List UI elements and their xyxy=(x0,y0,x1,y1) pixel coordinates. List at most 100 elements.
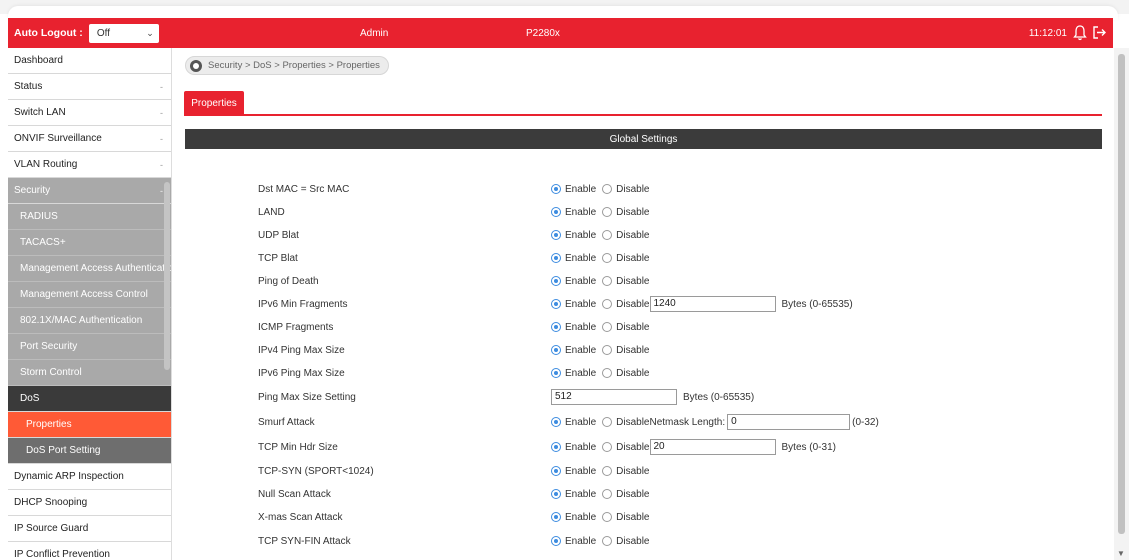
collapse-toggle[interactable]: - xyxy=(160,186,163,196)
logout-icon[interactable] xyxy=(1092,25,1107,40)
sidebar-item-security[interactable]: Security - xyxy=(8,178,171,204)
sidebar-item-tacacs[interactable]: TACACS+ xyxy=(8,230,171,256)
sidebar-item-ip-source-guard[interactable]: IP Source Guard xyxy=(8,516,171,542)
disable-radio[interactable] xyxy=(602,299,613,309)
enable-option-label: Enable xyxy=(565,344,597,356)
disable-option-label: Disable xyxy=(616,206,650,218)
tab-properties[interactable]: Properties xyxy=(184,91,244,115)
sidebar-item-management-access-control[interactable]: Management Access Control xyxy=(8,282,171,308)
setting-range-hint: Bytes (0-31) xyxy=(781,441,836,453)
sidebar-item-dos-port-setting[interactable]: DoS Port Setting xyxy=(8,438,171,464)
disable-radio[interactable] xyxy=(602,230,613,240)
sidebar-item-label: Status xyxy=(14,81,43,92)
top-strip xyxy=(0,0,1129,20)
disable-option-label: Disable xyxy=(616,488,650,500)
setting-value-input[interactable]: 1240 xyxy=(649,296,776,312)
enable-radio[interactable] xyxy=(551,253,561,263)
setting-control: Enable Disable xyxy=(551,184,656,195)
enable-radio[interactable] xyxy=(551,299,561,309)
disable-radio[interactable] xyxy=(602,253,613,263)
enable-option-label: Enable xyxy=(565,511,597,523)
collapse-toggle[interactable]: - xyxy=(160,134,163,144)
sidebar-item-vlan-routing[interactable]: VLAN Routing - xyxy=(8,152,171,178)
disable-radio[interactable] xyxy=(602,345,613,355)
enable-radio[interactable] xyxy=(551,417,561,427)
disable-radio[interactable] xyxy=(602,207,613,217)
disable-option-label: Disable xyxy=(616,367,650,379)
sidebar-item-8021x-mac-authentication[interactable]: 802.1X/MAC Authentication xyxy=(8,308,171,334)
disable-radio[interactable] xyxy=(602,417,613,427)
setting-value-input[interactable]: 20 xyxy=(649,439,776,455)
sidebar-item-label: IP Source Guard xyxy=(14,523,89,534)
setting-range-hint: Bytes (0-65535) xyxy=(781,298,853,310)
sidebar-item-switch-lan[interactable]: Switch LAN - xyxy=(8,100,171,126)
sidebar-item-port-security[interactable]: Port Security xyxy=(8,334,171,360)
disable-radio[interactable] xyxy=(602,442,613,452)
enable-radio[interactable] xyxy=(551,207,561,217)
setting-value-input[interactable]: 512 xyxy=(551,389,677,405)
setting-label: IPv6 Ping Max Size xyxy=(258,367,345,379)
sidebar-item-label: TACACS+ xyxy=(20,237,66,248)
enable-radio[interactable] xyxy=(551,442,561,452)
tab-underline xyxy=(184,114,1102,116)
disable-radio[interactable] xyxy=(602,276,613,286)
disable-option-label: Disable xyxy=(616,511,650,523)
enable-option-label: Enable xyxy=(565,252,597,264)
disable-radio[interactable] xyxy=(602,466,613,476)
page-scrollbar-thumb[interactable] xyxy=(1118,54,1125,534)
enable-radio[interactable] xyxy=(551,230,561,240)
enable-radio[interactable] xyxy=(551,512,561,522)
sidebar-item-properties[interactable]: Properties xyxy=(8,412,171,438)
disable-radio[interactable] xyxy=(602,512,613,522)
sidebar-item-radius[interactable]: RADIUS xyxy=(8,204,171,230)
enable-radio[interactable] xyxy=(551,489,561,499)
sidebar-item-label: DHCP Snooping xyxy=(14,497,88,508)
setting-label: Ping Max Size Setting xyxy=(258,391,356,403)
disable-radio[interactable] xyxy=(602,489,613,499)
enable-radio[interactable] xyxy=(551,466,561,476)
home-icon[interactable] xyxy=(190,59,202,72)
enable-option-label: Enable xyxy=(565,488,597,500)
setting-value-input[interactable]: 0 xyxy=(727,414,851,430)
disable-option-label: Disable xyxy=(616,275,650,287)
enable-radio[interactable] xyxy=(551,276,561,286)
sidebar-item-storm-control[interactable]: Storm Control xyxy=(8,360,171,386)
enable-option-label: Enable xyxy=(565,416,597,428)
enable-radio[interactable] xyxy=(551,345,561,355)
setting-control: Enable Disable xyxy=(551,230,656,241)
bell-icon[interactable] xyxy=(1073,25,1087,41)
sidebar-item-management-access-authentication[interactable]: Management Access Authentication xyxy=(8,256,171,282)
disable-radio[interactable] xyxy=(602,536,613,546)
disable-radio[interactable] xyxy=(602,368,613,378)
sidebar-item-ip-conflict-prevention[interactable]: IP Conflict Prevention xyxy=(8,542,171,560)
sidebar-item-label: Dashboard xyxy=(14,55,63,66)
page-scrollbar[interactable]: ▼ xyxy=(1114,48,1129,560)
breadcrumb: Security > DoS > Properties > Properties xyxy=(185,56,389,75)
setting-control: Enable Disable xyxy=(551,345,656,356)
enable-option-label: Enable xyxy=(565,206,597,218)
enable-radio[interactable] xyxy=(551,536,561,546)
collapse-toggle[interactable]: - xyxy=(160,160,163,170)
setting-label: LAND xyxy=(258,206,285,218)
enable-radio[interactable] xyxy=(551,184,561,194)
enable-radio[interactable] xyxy=(551,368,561,378)
setting-control: Enable Disable xyxy=(551,368,656,379)
sidebar-scrollbar[interactable] xyxy=(164,182,170,370)
collapse-toggle[interactable]: - xyxy=(160,82,163,92)
device-model: P2280x xyxy=(526,27,560,39)
auto-logout-select[interactable]: Off ⌄ xyxy=(88,23,159,43)
scroll-down-arrow-icon[interactable]: ▼ xyxy=(1117,549,1125,558)
setting-control: Enable Disable 20 Bytes (0-31) xyxy=(551,439,836,455)
sidebar-item-onvif-surveillance[interactable]: ONVIF Surveillance - xyxy=(8,126,171,152)
enable-radio[interactable] xyxy=(551,322,561,332)
sidebar-item-dashboard[interactable]: Dashboard xyxy=(8,48,171,74)
sidebar-item-dos[interactable]: DoS xyxy=(8,386,171,412)
sidebar-item-label: Storm Control xyxy=(20,367,82,378)
disable-radio[interactable] xyxy=(602,322,613,332)
sidebar-item-dynamic-arp-inspection[interactable]: Dynamic ARP Inspection xyxy=(8,464,171,490)
collapse-toggle[interactable]: - xyxy=(160,108,163,118)
disable-radio[interactable] xyxy=(602,184,613,194)
sidebar-item-status[interactable]: Status - xyxy=(8,74,171,100)
setting-control: 512 Bytes (0-65535) xyxy=(551,389,754,405)
sidebar-item-dhcp-snooping[interactable]: DHCP Snooping xyxy=(8,490,171,516)
